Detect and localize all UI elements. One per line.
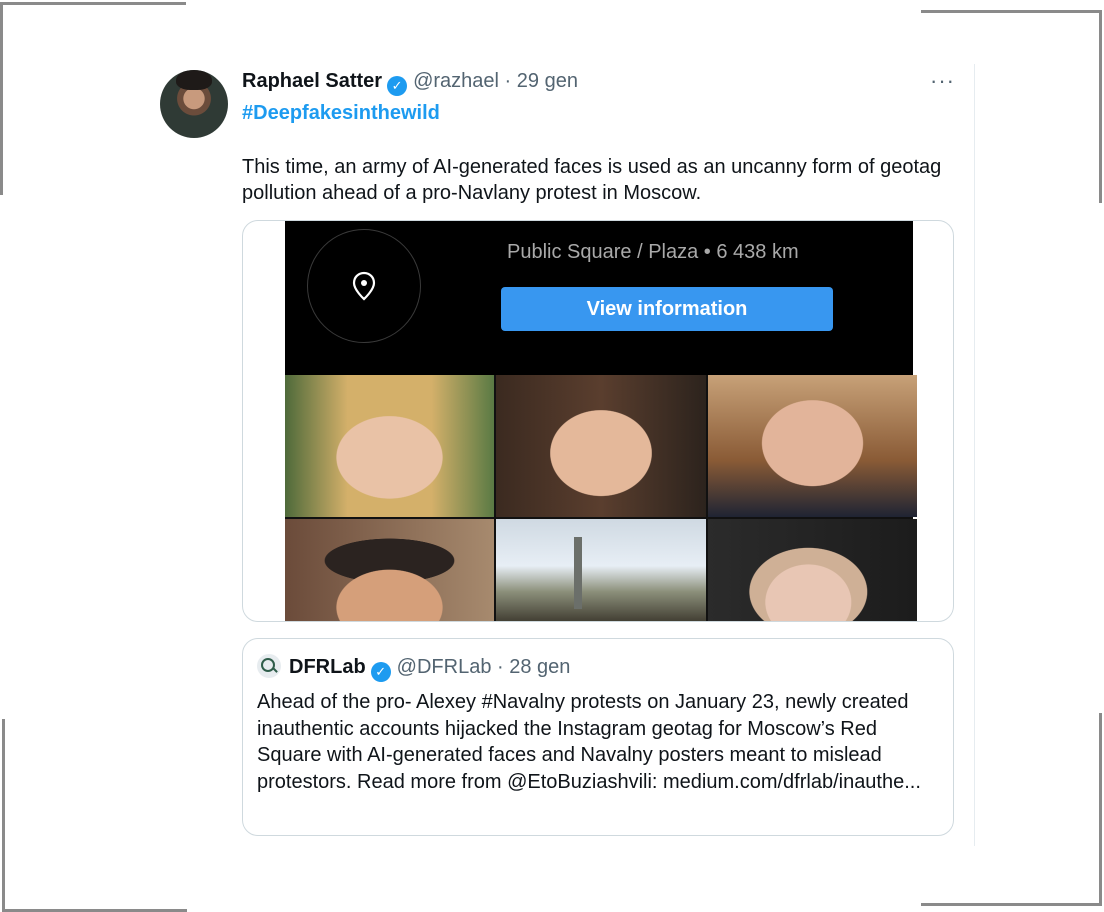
geotag-location-text: Public Square / Plaza • 6 438 km: [507, 241, 799, 263]
quoted-tweet-timestamp[interactable]: 28 gen: [509, 656, 570, 678]
quoted-header-separator: ·: [497, 656, 504, 678]
face-photo: [285, 375, 494, 517]
frame-corner-top-left: [0, 2, 186, 195]
tweet-media[interactable]: Public Square / Plaza • 6 438 km View in…: [242, 220, 954, 622]
verified-badge-icon: ✓: [387, 76, 408, 96]
face-grid: [285, 375, 917, 621]
quoted-tweet[interactable]: DFRLab ✓ @DFRLab · 28 gen Ahead of the pro…: [242, 638, 954, 836]
verified-badge-icon: ✓: [370, 662, 391, 682]
quoted-tweet-text: Ahead of the pro- Alexey #Navalny protes…: [257, 691, 921, 793]
face-photo: [708, 375, 917, 517]
face-photo: [496, 375, 706, 517]
face-photo: [708, 519, 917, 621]
face-photo: [285, 519, 494, 621]
header-separator: ·: [504, 70, 512, 92]
square-photo: [496, 519, 706, 621]
author-handle[interactable]: @razhael: [413, 70, 499, 92]
hashtag-link[interactable]: #Deepfakesinthewild: [242, 102, 440, 125]
location-pin-icon: [352, 271, 376, 301]
frame-corner-top-right: [921, 10, 1102, 203]
view-information-button[interactable]: View information: [501, 287, 833, 331]
tweet-timestamp[interactable]: 29 gen: [517, 70, 578, 92]
author-name[interactable]: Raphael Satter: [242, 70, 382, 92]
quoted-author-name[interactable]: DFRLab: [289, 656, 366, 678]
geotag-header: Public Square / Plaza • 6 438 km View in…: [285, 221, 913, 375]
tweet-header: Raphael Satter ✓ @razhael · 29 gen: [242, 70, 578, 96]
timeline-divider: [974, 64, 975, 846]
frame-corner-bottom-left: [2, 719, 187, 912]
quoted-author-handle[interactable]: @DFRLab: [397, 656, 492, 678]
more-options-icon[interactable]: ···: [930, 68, 955, 94]
quoted-tweet-header: DFRLab ✓ @DFRLab · 28 gen: [257, 654, 570, 682]
tweet-text: This time, an army of AI-generated faces…: [242, 156, 942, 204]
location-pin-circle: [307, 229, 421, 343]
dfrlab-logo-icon: [257, 654, 281, 678]
media-image: Public Square / Plaza • 6 438 km View in…: [285, 221, 917, 621]
avatar[interactable]: [160, 70, 228, 138]
